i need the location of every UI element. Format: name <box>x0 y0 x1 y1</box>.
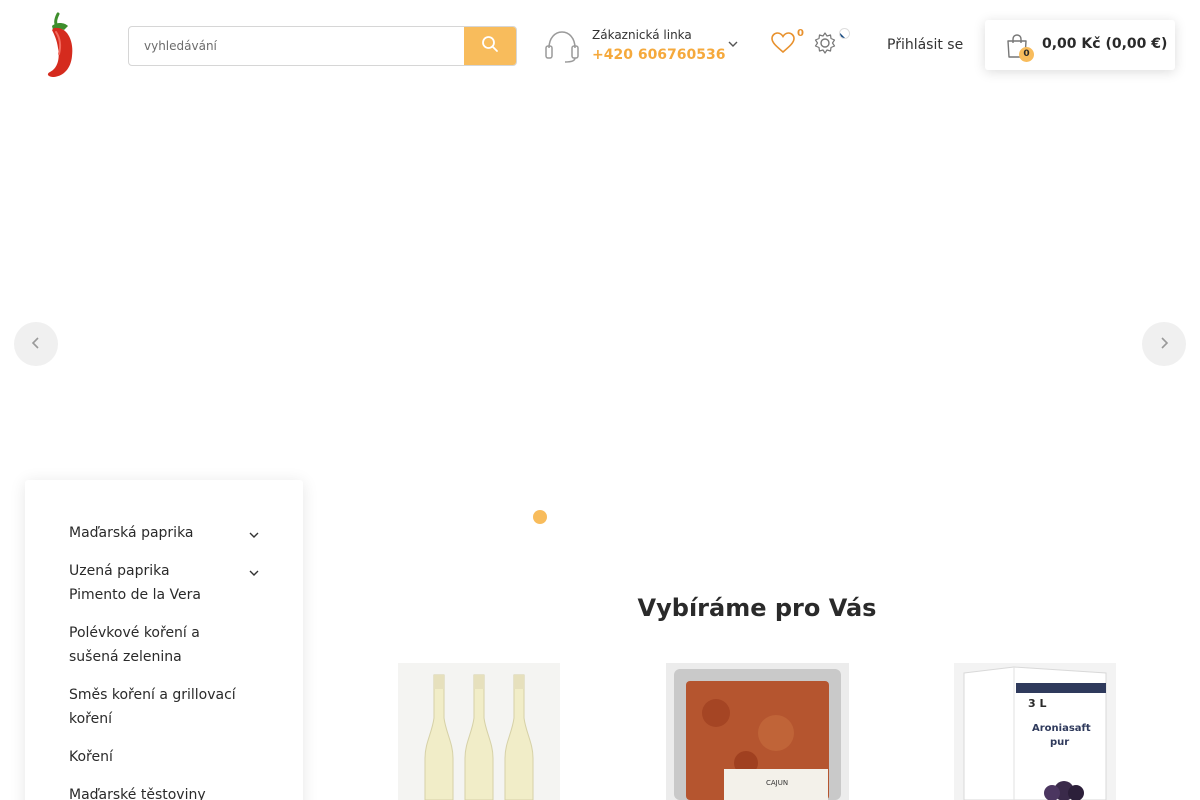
login-link[interactable]: Přihlásit se <box>887 37 963 53</box>
product-image <box>398 674 560 800</box>
product-subtitle: pur <box>1050 737 1070 748</box>
customer-hotline[interactable]: Zákaznická linka +420 606760536 <box>543 24 743 68</box>
slider-next-button[interactable] <box>1142 322 1186 366</box>
category-item[interactable]: Maďarské těstoviny <box>69 783 269 800</box>
headset-icon <box>543 26 581 64</box>
section-title: Vybíráme pro Vás <box>637 594 877 622</box>
hotline-phone[interactable]: +420 606760536 <box>592 47 726 63</box>
cart-button[interactable]: 0 0,00 Kč (0,00 €) <box>985 20 1175 70</box>
product-volume: 3 L <box>1028 697 1047 710</box>
category-item[interactable]: Maďarská paprika <box>69 521 269 545</box>
heart-icon <box>770 32 796 60</box>
category-item[interactable]: Koření <box>69 745 269 769</box>
settings-button[interactable] <box>813 28 853 60</box>
product-card[interactable] <box>398 663 560 800</box>
chevron-down-icon[interactable] <box>247 527 261 541</box>
chevron-down-icon[interactable] <box>727 35 739 47</box>
search-icon <box>481 35 499 57</box>
chevron-down-icon[interactable] <box>247 565 261 579</box>
product-image <box>666 669 849 800</box>
cart-total: 0,00 Kč (0,00 €) <box>1042 36 1168 52</box>
hotline-label: Zákaznická linka <box>592 28 692 42</box>
category-item[interactable]: Směs koření a grillovací koření <box>69 683 259 731</box>
category-item[interactable]: Uzená paprika Pimento de la Vera <box>69 559 229 607</box>
wishlist-count: 0 <box>797 28 804 39</box>
chevron-left-icon <box>29 335 43 354</box>
cart-count-badge: 0 <box>1019 47 1034 62</box>
cz-flag-icon <box>839 28 850 39</box>
category-item[interactable]: Polévkové koření a sušená zelenina <box>69 621 229 669</box>
search-button[interactable] <box>464 27 516 65</box>
slider-dot[interactable] <box>533 510 547 524</box>
gear-icon <box>813 32 837 60</box>
category-sidebar: Maďarská paprika Uzená paprika Pimento d… <box>25 480 303 800</box>
chevron-right-icon <box>1157 335 1171 354</box>
slider-prev-button[interactable] <box>14 322 58 366</box>
product-pack-label: CAJUN <box>766 779 789 787</box>
wishlist-button[interactable]: 0 <box>770 28 810 60</box>
product-card[interactable]: 3 L Aroniasaft pur <box>954 663 1116 800</box>
search-box <box>128 26 517 66</box>
product-brand: Aroniasaft <box>1032 723 1091 734</box>
search-input[interactable] <box>129 27 465 65</box>
product-card[interactable]: CAJUN <box>666 663 849 800</box>
product-image <box>954 666 1116 800</box>
chili-pepper-logo[interactable] <box>44 12 82 78</box>
